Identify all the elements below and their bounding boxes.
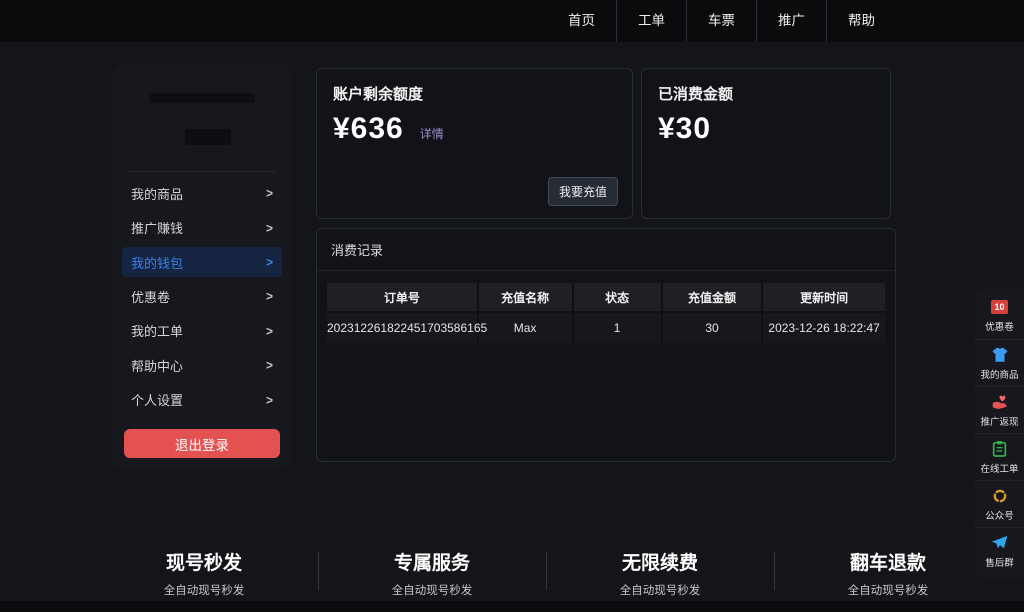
logo-image <box>149 93 255 103</box>
top-navigation-bar: 首页 工单 车票 推广 帮助 <box>0 0 1024 42</box>
sidebar-item-label: 我的商品 <box>131 184 183 203</box>
feature-title: 无限续费 <box>546 548 774 575</box>
cell-status: 1 <box>573 312 662 343</box>
recharge-button[interactable]: 我要充值 <box>548 177 618 206</box>
float-item-label: 公众号 <box>985 508 1014 522</box>
table-header-row: 订单号 充值名称 状态 充值金额 更新时间 <box>327 283 885 312</box>
float-item-online-workorder[interactable]: 在线工单 <box>975 433 1024 480</box>
records-title: 消费记录 <box>317 229 895 271</box>
top-nav-menu: 首页 工单 车票 推广 帮助 <box>547 0 896 42</box>
sidebar-item-my-workorders[interactable]: 我的工单 > <box>113 314 291 349</box>
float-item-coupons[interactable]: 10 优惠卷 <box>975 292 1024 339</box>
sidebar: 我的商品 > 推广赚钱 > 我的钱包 > 优惠卷 > 我的工单 > 帮助中心 >… <box>113 65 291 469</box>
sidebar-divider <box>127 171 277 172</box>
cell-recharge-name: Max <box>478 312 573 343</box>
detail-link[interactable]: 详情 <box>420 125 444 142</box>
nav-item-home[interactable]: 首页 <box>547 0 616 42</box>
feature-subtitle: 全自动现号秒发 <box>546 582 774 598</box>
sidebar-item-label: 推广赚钱 <box>131 218 183 237</box>
sidebar-item-label: 个人设置 <box>131 390 183 409</box>
logout-button[interactable]: 退出登录 <box>124 429 280 458</box>
feature-title: 翻车退款 <box>774 548 1002 575</box>
cashback-hand-icon <box>991 393 1008 411</box>
sidebar-item-my-products[interactable]: 我的商品 > <box>113 176 291 211</box>
feature-subtitle: 全自动现号秒发 <box>774 582 1002 598</box>
consumed-card-title: 已消费金额 <box>642 69 890 108</box>
chevron-right-icon: > <box>266 289 273 304</box>
logo-image-mark <box>185 129 231 145</box>
consumed-amount: ¥30 <box>658 112 711 146</box>
column-header-status: 状态 <box>573 283 662 312</box>
sidebar-item-help-center[interactable]: 帮助中心 > <box>113 348 291 383</box>
chevron-right-icon: > <box>266 186 273 201</box>
cell-order-no: 202312261822451703586165 <box>327 312 478 343</box>
sidebar-item-label: 优惠卷 <box>131 287 170 306</box>
balance-card-title: 账户剩余额度 <box>317 69 632 108</box>
feature-unlimited-renewal: 无限续费 全自动现号秒发 <box>546 548 774 598</box>
sidebar-item-label: 我的钱包 <box>131 253 183 272</box>
sidebar-logo <box>127 77 277 163</box>
feature-title: 专属服务 <box>318 548 546 575</box>
balance-card: 账户剩余额度 ¥636 详情 我要充值 <box>316 68 633 219</box>
sidebar-item-coupons[interactable]: 优惠卷 > <box>113 279 291 314</box>
cell-updated: 2023-12-26 18:22:47 <box>762 312 885 343</box>
column-header-updated: 更新时间 <box>762 283 885 312</box>
official-account-swirl-icon <box>992 487 1008 505</box>
nav-item-help[interactable]: 帮助 <box>826 0 896 42</box>
sidebar-item-my-wallet[interactable]: 我的钱包 > <box>122 247 282 277</box>
float-item-label: 在线工单 <box>980 461 1018 475</box>
nav-item-workorder[interactable]: 工单 <box>616 0 686 42</box>
sidebar-item-settings[interactable]: 个人设置 > <box>113 383 291 418</box>
chevron-right-icon: > <box>266 220 273 235</box>
sidebar-item-label: 我的工单 <box>131 321 183 340</box>
records-table: 订单号 充值名称 状态 充值金额 更新时间 202312261822451703… <box>327 283 885 343</box>
sidebar-item-label: 帮助中心 <box>131 356 183 375</box>
feature-exclusive-service: 专属服务 全自动现号秒发 <box>318 548 546 598</box>
feature-refund: 翻车退款 全自动现号秒发 <box>774 548 1002 598</box>
float-item-official-account[interactable]: 公众号 <box>975 480 1024 527</box>
feature-instant-delivery: 现号秒发 全自动现号秒发 <box>90 548 318 598</box>
chevron-right-icon: > <box>266 392 273 407</box>
features-footer: 现号秒发 全自动现号秒发 专属服务 全自动现号秒发 无限续费 全自动现号秒发 翻… <box>90 548 1002 598</box>
sidebar-item-promo-earn[interactable]: 推广赚钱 > <box>113 211 291 246</box>
shirt-icon <box>991 346 1009 364</box>
table-row: 202312261822451703586165 Max 1 30 2023-1… <box>327 312 885 343</box>
chevron-right-icon: > <box>266 323 273 338</box>
records-card: 消费记录 订单号 充值名称 状态 充值金额 更新时间 2023122618224… <box>316 228 896 462</box>
column-header-amount: 充值金额 <box>662 283 762 312</box>
float-item-label: 推广返现 <box>980 414 1018 428</box>
float-item-label: 我的商品 <box>980 367 1018 381</box>
feature-subtitle: 全自动现号秒发 <box>318 582 546 598</box>
column-header-order-no: 订单号 <box>327 283 478 312</box>
chevron-right-icon: > <box>266 358 273 373</box>
feature-title: 现号秒发 <box>90 548 318 575</box>
column-header-recharge-name: 充值名称 <box>478 283 573 312</box>
float-item-label: 优惠卷 <box>985 319 1014 333</box>
nav-item-ticket[interactable]: 车票 <box>686 0 756 42</box>
clipboard-icon <box>992 440 1007 458</box>
balance-amount: ¥636 <box>333 112 404 146</box>
feature-subtitle: 全自动现号秒发 <box>90 582 318 598</box>
consumed-card: 已消费金额 ¥30 <box>641 68 891 219</box>
cell-amount: 30 <box>662 312 762 343</box>
quick-access-floatbar: 10 优惠卷 我的商品 推广返现 在线工单 公众号 售后群 <box>975 289 1024 578</box>
nav-item-promotion[interactable]: 推广 <box>756 0 826 42</box>
float-item-promo-cashback[interactable]: 推广返现 <box>975 386 1024 433</box>
float-item-my-products[interactable]: 我的商品 <box>975 339 1024 386</box>
bottom-band <box>0 601 1024 612</box>
chevron-right-icon: > <box>266 254 273 269</box>
coupon-10-icon: 10 <box>991 298 1008 316</box>
